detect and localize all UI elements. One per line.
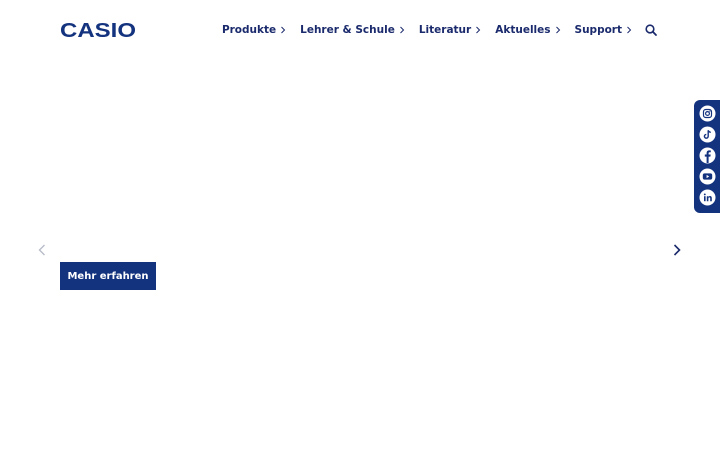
- nav-item-label: Produkte: [221, 24, 277, 36]
- search-icon[interactable]: [644, 23, 658, 37]
- facebook-icon[interactable]: [699, 147, 716, 164]
- nav-item-lehrer-schule[interactable]: Lehrer & Schule: [300, 24, 405, 36]
- nav-item-label: Aktuelles: [495, 24, 551, 36]
- chevron-right-icon[interactable]: [671, 243, 683, 257]
- nav-item-produkte[interactable]: Produkte: [222, 24, 286, 36]
- casio-logo-image: CASIO: [60, 21, 136, 39]
- linkedin-icon[interactable]: [699, 189, 716, 206]
- chevron-right-icon: [281, 26, 286, 34]
- svg-text:CASIO: CASIO: [60, 21, 136, 39]
- chevron-right-icon: [555, 26, 560, 34]
- main-navigation: Produkte Lehrer & Schule Literatur Aktue…: [222, 22, 658, 38]
- nav-item-label: Lehrer & Schule: [300, 24, 395, 36]
- nav-item-literatur[interactable]: Literatur: [419, 24, 481, 36]
- nav-item-label: Literatur: [418, 24, 472, 36]
- chevron-right-icon: [476, 26, 481, 34]
- tiktok-icon[interactable]: [699, 126, 716, 143]
- chevron-right-icon: [627, 26, 632, 34]
- casio-logo[interactable]: CASIO: [60, 21, 136, 39]
- chevron-left-icon[interactable]: [36, 243, 48, 257]
- chevron-right-icon: [399, 26, 405, 34]
- nav-item-aktuelles[interactable]: Aktuelles: [495, 24, 560, 36]
- instagram-icon[interactable]: [699, 105, 716, 122]
- social-media-bar: [694, 100, 720, 213]
- nav-item-support[interactable]: Support: [575, 24, 632, 36]
- nav-item-label: Support: [574, 24, 622, 36]
- site-header: CASIO Produkte Lehrer & Schule Literatur…: [0, 0, 720, 60]
- more-info-button[interactable]: Mehr erfahren: [60, 262, 156, 290]
- youtube-icon[interactable]: [699, 168, 716, 185]
